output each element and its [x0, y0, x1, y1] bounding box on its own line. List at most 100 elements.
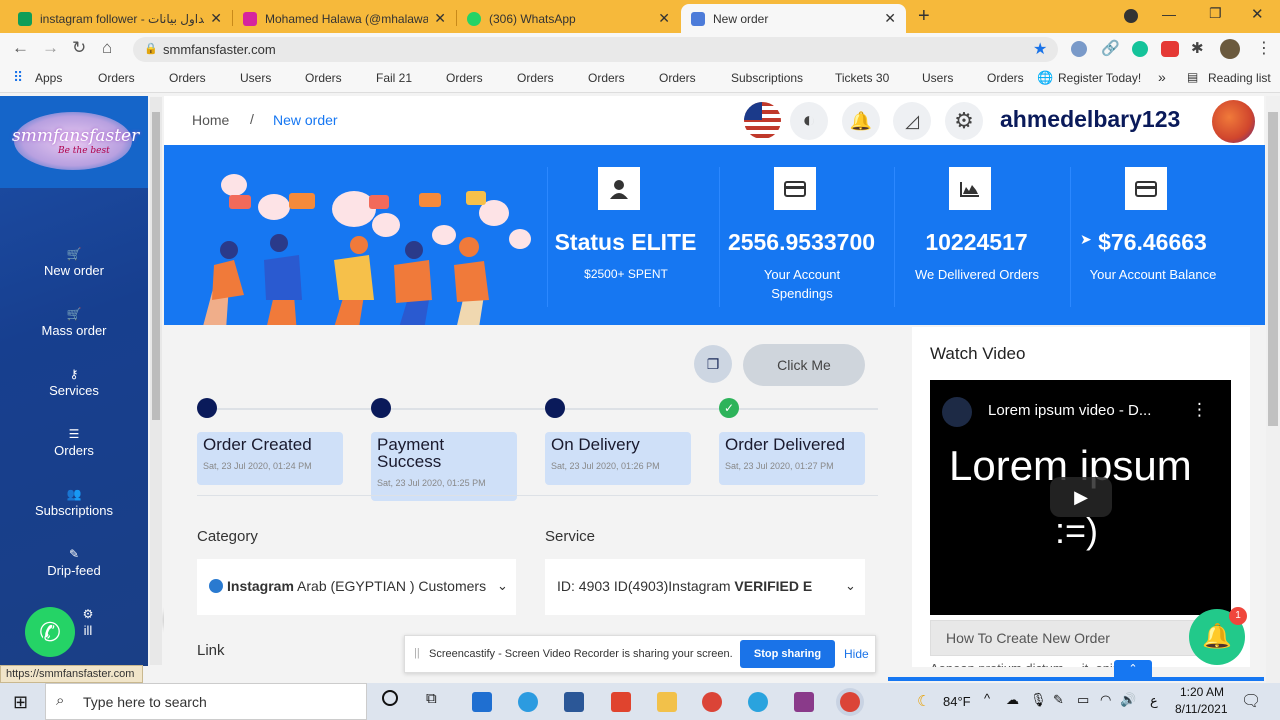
grammarly-extension-icon[interactable]: [1132, 41, 1148, 57]
browser-menu-icon[interactable]: ⋮: [1256, 38, 1272, 58]
bookmark-item[interactable]: Users: [240, 71, 271, 85]
word-app-icon[interactable]: [564, 692, 584, 712]
tray-chevron-up-icon[interactable]: ^: [984, 691, 990, 706]
tab-search-icon[interactable]: [1124, 9, 1138, 23]
click-me-button[interactable]: Click Me: [743, 344, 865, 386]
windows-start-icon[interactable]: ⊞: [13, 692, 28, 713]
screencastify-extension-icon[interactable]: [1161, 41, 1179, 57]
gear-icon[interactable]: ⚙: [945, 102, 983, 140]
bookmark-item[interactable]: Orders: [305, 71, 342, 85]
temperature[interactable]: 84°F: [943, 694, 971, 709]
taskbar-search-input[interactable]: ⌕ Type here to search: [45, 683, 367, 720]
extensions-puzzle-icon[interactable]: ✱: [1191, 39, 1204, 57]
chrome-active-app-icon[interactable]: [840, 692, 860, 712]
user-avatar[interactable]: [1212, 100, 1255, 143]
play-button[interactable]: ▶: [1050, 477, 1112, 517]
language-indicator[interactable]: ع: [1150, 693, 1158, 709]
service-select[interactable]: ID: 4903 ID(4903)Instagram VERIFIED E: [545, 559, 865, 615]
close-window-icon[interactable]: ✕: [1251, 5, 1264, 23]
close-tab-icon[interactable]: ✕: [884, 10, 896, 27]
video-player[interactable]: Lorem ipsum video - D... ⋮ Lorem ipsum :…: [930, 380, 1231, 615]
bookmark-item[interactable]: Orders: [987, 71, 1024, 85]
copy-icon[interactable]: ❐: [694, 345, 732, 383]
reload-icon[interactable]: ↻: [72, 38, 86, 58]
cloud-icon[interactable]: ☁: [1006, 692, 1019, 708]
sidebar-scrollbar-thumb[interactable]: [152, 112, 160, 420]
breadcrumb-home[interactable]: Home: [192, 112, 229, 128]
mail-app-icon[interactable]: [472, 692, 492, 712]
reading-list-button[interactable]: Reading list: [1208, 71, 1271, 85]
page-scrollbar-thumb[interactable]: [1268, 112, 1278, 426]
browser-tab[interactable]: (306) WhatsApp ✕: [457, 4, 680, 33]
pen-icon[interactable]: ✎: [1053, 692, 1064, 708]
bookmark-apps[interactable]: Apps: [35, 71, 62, 85]
video-menu-icon[interactable]: ⋮: [1191, 400, 1208, 420]
scroll-top-button[interactable]: ⌃: [1114, 660, 1152, 678]
forward-icon[interactable]: →: [42, 38, 59, 58]
bookmark-item[interactable]: Orders: [98, 71, 135, 85]
sidebar-item-drip-feed[interactable]: ✎ Drip-feed: [0, 547, 148, 578]
chart-area-icon[interactable]: ◿: [893, 102, 931, 140]
bookmark-item[interactable]: Orders: [588, 71, 625, 85]
browser-tab[interactable]: Mohamed Halawa (@mhalawaofi ✕: [233, 4, 456, 33]
bookmark-item[interactable]: Register Today!: [1058, 71, 1141, 85]
edge-app-icon[interactable]: [518, 692, 538, 712]
hide-button[interactable]: Hide: [844, 647, 869, 661]
cortana-icon[interactable]: [382, 690, 398, 706]
sidebar-item-new-order[interactable]: 🛒 New order: [0, 247, 148, 278]
bookmark-item[interactable]: Orders: [659, 71, 696, 85]
chrome-app-icon[interactable]: [702, 692, 722, 712]
clock-date[interactable]: 8/11/2021: [1175, 702, 1228, 716]
channel-avatar[interactable]: [942, 397, 972, 427]
file-explorer-icon[interactable]: [657, 692, 677, 712]
sidebar-item-subscriptions[interactable]: 👥 Subscriptions: [0, 487, 148, 518]
bookmark-item[interactable]: Orders: [169, 71, 206, 85]
wifi-icon[interactable]: ◠: [1100, 692, 1111, 708]
task-view-icon[interactable]: ⧉: [426, 690, 437, 707]
category-select[interactable]: Instagram Arab (EGYPTIAN ) Customers: [197, 559, 516, 615]
bookmark-item[interactable]: Fail 21: [376, 71, 412, 85]
skype-extension-icon[interactable]: [1071, 41, 1087, 57]
anydesk-app-icon[interactable]: [611, 692, 631, 712]
url-input[interactable]: 🔒 smmfansfaster.com ★: [133, 37, 1058, 62]
clock-time[interactable]: 1:20 AM: [1180, 685, 1224, 699]
home-icon[interactable]: ⌂: [102, 38, 112, 58]
mic-icon[interactable]: 🎙: [1030, 692, 1047, 708]
battery-icon[interactable]: ▭: [1077, 692, 1089, 708]
bookmark-item[interactable]: Subscriptions: [731, 71, 803, 85]
winrar-app-icon[interactable]: [794, 692, 814, 712]
drag-handle-icon[interactable]: ||: [414, 647, 420, 659]
telegram-app-icon[interactable]: [748, 692, 768, 712]
username[interactable]: ahmedelbary123: [1000, 106, 1180, 133]
browser-tab[interactable]: instagram follower - جداول بيانات ✕: [8, 4, 232, 33]
volume-icon[interactable]: 🔊: [1120, 692, 1136, 708]
browser-tab-active[interactable]: New order ✕: [681, 4, 906, 33]
bookmark-item[interactable]: Orders: [517, 71, 554, 85]
bookmarks-overflow-button[interactable]: »: [1158, 69, 1166, 85]
theme-toggle-icon[interactable]: ◐: [790, 102, 828, 140]
profile-avatar-icon[interactable]: [1220, 39, 1240, 59]
minimize-icon[interactable]: —: [1162, 6, 1176, 22]
bookmark-item[interactable]: Tickets 30: [835, 71, 889, 85]
link-extension-icon[interactable]: 🔗: [1101, 39, 1120, 57]
new-tab-icon[interactable]: +: [918, 5, 930, 28]
back-icon[interactable]: ←: [12, 38, 29, 58]
sidebar-item-services[interactable]: ⚷ Services: [0, 367, 148, 398]
stop-sharing-button[interactable]: Stop sharing: [740, 640, 835, 668]
close-tab-icon[interactable]: ✕: [434, 10, 446, 27]
close-tab-icon[interactable]: ✕: [210, 10, 222, 27]
video-title[interactable]: Lorem ipsum video - D...: [988, 402, 1151, 419]
bell-icon[interactable]: 🔔: [842, 102, 880, 140]
whatsapp-chat-button[interactable]: ✆: [25, 607, 75, 657]
close-tab-icon[interactable]: ✕: [658, 10, 670, 27]
faq-item[interactable]: How To Create New Order: [930, 620, 1230, 656]
action-center-icon[interactable]: 🗨: [1241, 691, 1261, 711]
faq-next-item[interactable]: Aenean pretium dictum ... it, enim: [930, 661, 1230, 667]
us-flag-icon[interactable]: [744, 102, 781, 139]
bookmark-star-icon[interactable]: ★: [1033, 39, 1047, 59]
bookmark-item[interactable]: Orders: [446, 71, 483, 85]
sidebar-item-orders[interactable]: ☰ Orders: [0, 427, 148, 458]
bookmark-item[interactable]: Users: [922, 71, 953, 85]
sidebar-item-mass-order[interactable]: 🛒 Mass order: [0, 307, 148, 338]
logo[interactable]: smmfansfaster Be the best: [0, 96, 148, 188]
